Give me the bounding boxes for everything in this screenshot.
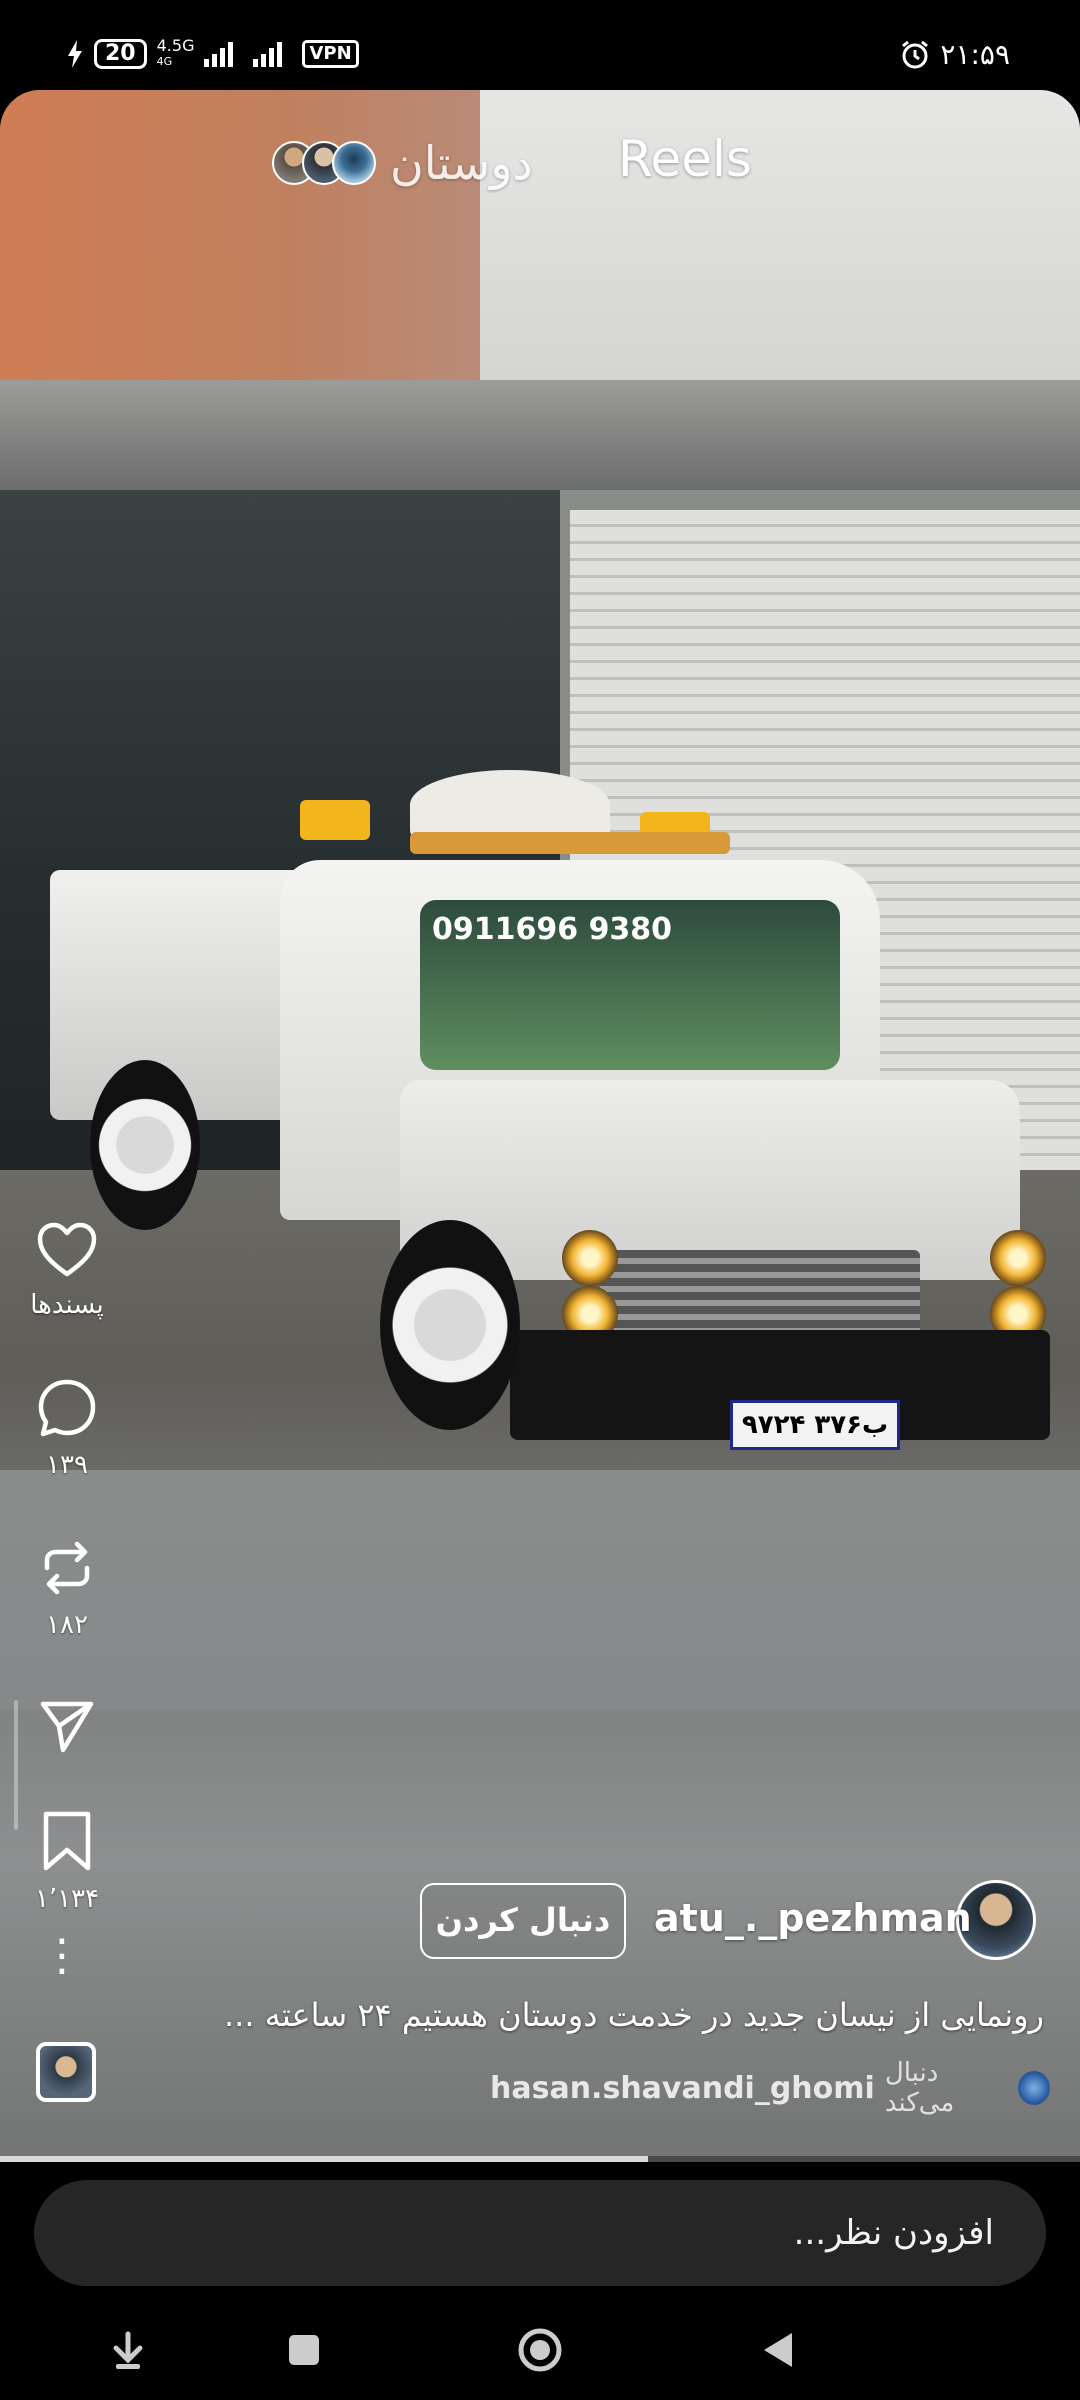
repost-button[interactable]: ۱۸۲ bbox=[22, 1538, 112, 1640]
license-plate: ۹۷ب۳۷۶ ۲۴ bbox=[730, 1400, 900, 1450]
status-left: 20 4.5G 4G VPN bbox=[66, 38, 359, 70]
back-icon[interactable] bbox=[748, 2320, 808, 2380]
network-subtype: 4G bbox=[156, 55, 173, 68]
comment-icon bbox=[38, 1379, 96, 1437]
follower-avatar bbox=[1018, 2071, 1050, 2105]
comments-count: ۱۳۹ bbox=[46, 1450, 88, 1480]
more-icon[interactable]: ⋮ bbox=[40, 1934, 84, 1978]
repost-icon bbox=[44, 1541, 90, 1595]
rear-wheel bbox=[90, 1060, 200, 1230]
saves-count: ۱٬۱۳۴ bbox=[34, 1884, 100, 1914]
background-sky bbox=[480, 90, 1080, 390]
friends-label: دوستان bbox=[390, 136, 533, 190]
share-button[interactable] bbox=[22, 1698, 112, 1754]
reel-caption[interactable]: رونمایی از نیسان جدید در خدمت دوستان هست… bbox=[170, 1996, 1044, 2034]
scroll-indicator bbox=[14, 1700, 18, 1830]
truck-grille bbox=[600, 1250, 920, 1340]
signal-icon bbox=[204, 41, 234, 67]
status-bar: 20 4.5G 4G VPN ۲۱:۵۹ bbox=[0, 0, 1080, 90]
battery-level: 20 bbox=[105, 41, 136, 66]
status-right: ۲۱:۵۹ bbox=[900, 38, 1010, 71]
followed-by-row[interactable]: hasan.shavandi_ghomi دنبال می‌کند bbox=[490, 2058, 1050, 2118]
charging-icon bbox=[68, 40, 82, 68]
heart-icon bbox=[37, 1222, 97, 1277]
signal-icon-2 bbox=[253, 41, 283, 67]
comment-button[interactable]: ۱۳۹ bbox=[22, 1378, 112, 1480]
recents-icon[interactable] bbox=[274, 2320, 334, 2380]
save-button[interactable]: ۱٬۱۳۴ bbox=[22, 1810, 112, 1914]
background-wall bbox=[0, 90, 480, 390]
battery-icon: 20 bbox=[94, 39, 147, 69]
reposts-count: ۱۸۲ bbox=[46, 1610, 88, 1640]
down-arrow-icon[interactable] bbox=[98, 2320, 158, 2380]
comment-input[interactable]: افزودن نظر... bbox=[34, 2180, 1046, 2286]
headlight bbox=[990, 1230, 1046, 1286]
follow-button[interactable]: دنبال کردن bbox=[420, 1883, 626, 1959]
windshield-phone-sticker: 0911696 9380 bbox=[432, 912, 673, 947]
friend-avatars bbox=[272, 141, 376, 185]
beacon-light bbox=[300, 800, 370, 840]
friends-tab[interactable]: دوستان bbox=[272, 136, 533, 190]
front-wheel bbox=[380, 1220, 520, 1430]
shop-awning bbox=[0, 380, 1080, 490]
reel-video[interactable]: 0911696 9380 ۹۷ب۳۷۶ ۲۴ bbox=[0, 90, 1080, 2158]
network-type: 4.5G bbox=[156, 36, 195, 55]
clock: ۲۱:۵۹ bbox=[940, 38, 1010, 71]
audio-thumbnail[interactable] bbox=[36, 2042, 96, 2102]
like-label: پسندها bbox=[30, 1290, 104, 1320]
follower-username: hasan.shavandi_ghomi bbox=[490, 2070, 875, 2106]
bookmark-icon bbox=[43, 1811, 91, 1871]
network-indicator: 4.5G 4G bbox=[157, 38, 195, 70]
avatar bbox=[332, 141, 376, 185]
like-button[interactable]: پسندها bbox=[22, 1222, 112, 1320]
author-username[interactable]: atu_._pezhman bbox=[654, 1896, 972, 1940]
followed-by-text: دنبال می‌کند bbox=[884, 2058, 955, 2118]
alarm-icon bbox=[902, 40, 929, 68]
light-bar bbox=[410, 832, 730, 854]
road-reflection bbox=[0, 1470, 1080, 1710]
home-icon[interactable] bbox=[510, 2320, 570, 2380]
send-icon bbox=[40, 1701, 94, 1753]
spare-tire bbox=[410, 770, 610, 840]
headlight bbox=[562, 1230, 618, 1286]
pickup-truck: 0911696 9380 ۹۷ب۳۷۶ ۲۴ bbox=[40, 750, 1060, 1470]
vpn-badge: VPN bbox=[302, 40, 359, 68]
reels-title[interactable]: Reels bbox=[618, 130, 752, 188]
